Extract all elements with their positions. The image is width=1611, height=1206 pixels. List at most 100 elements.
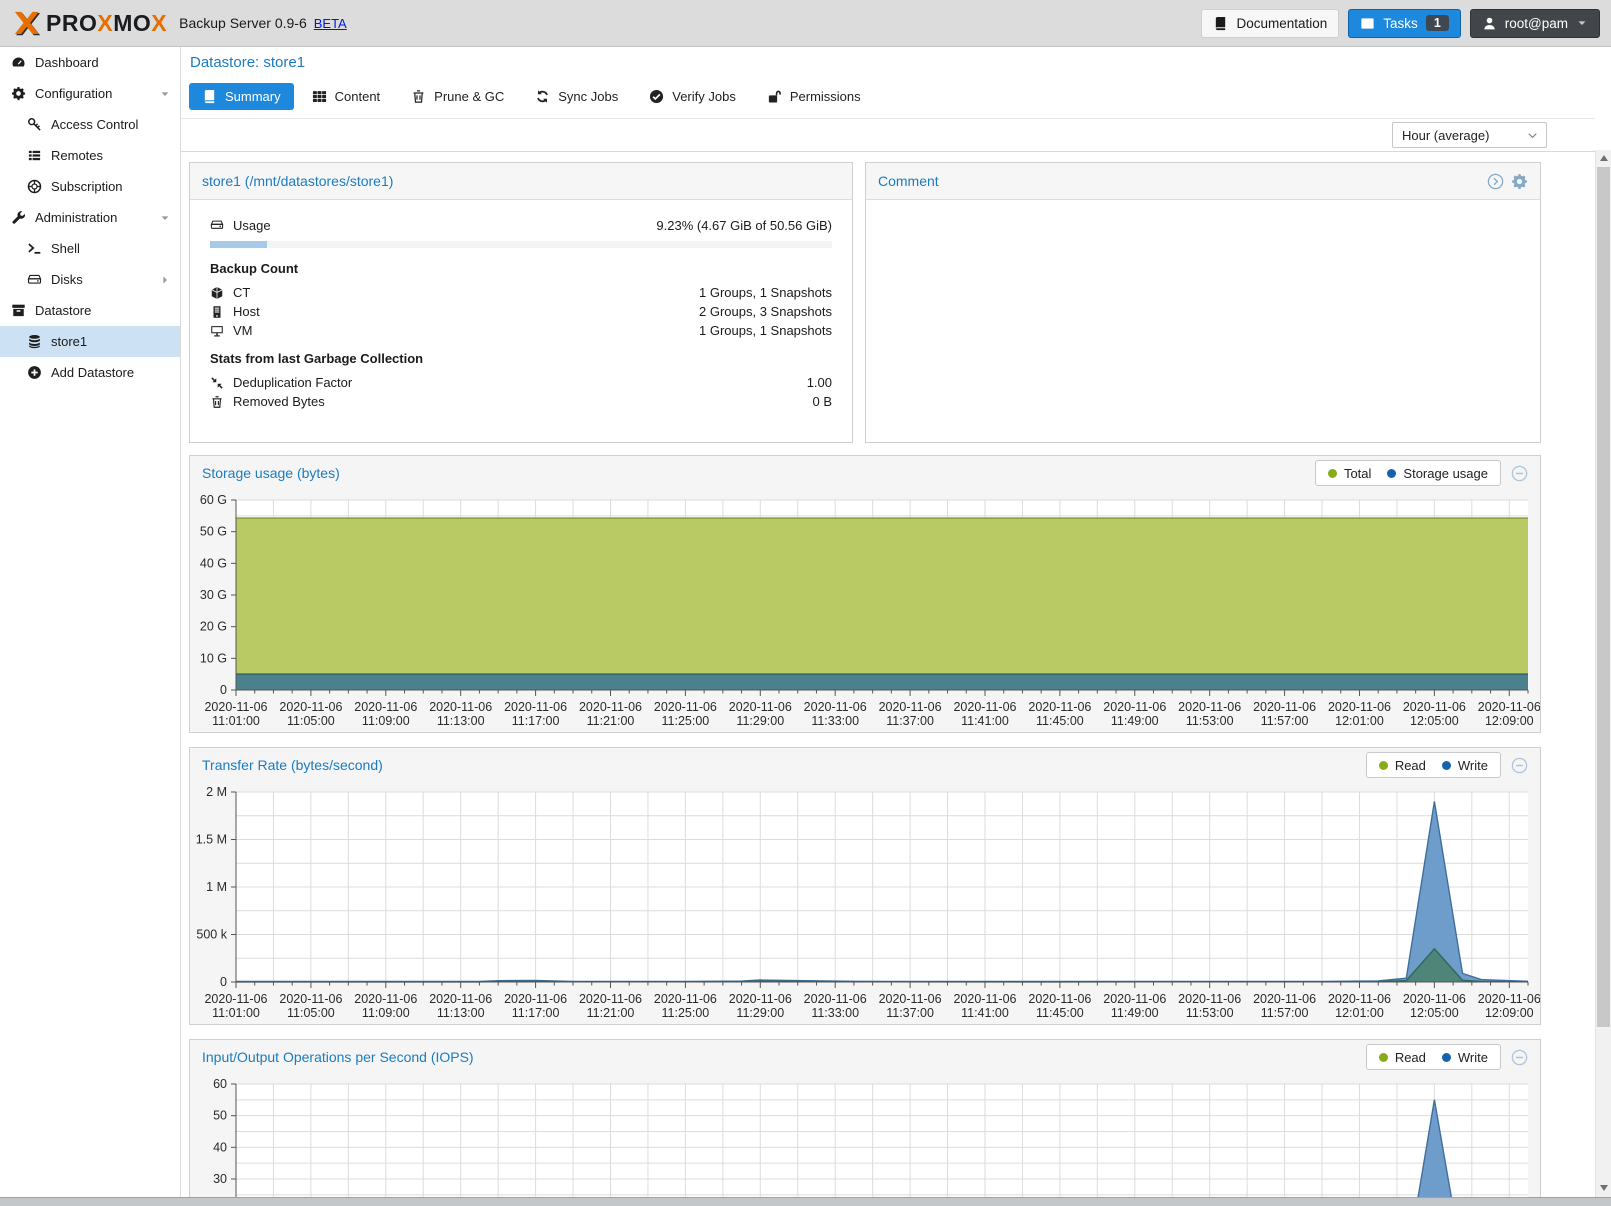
collapse-chart-icon[interactable]: [1511, 1049, 1528, 1066]
sidebar-item-datastore[interactable]: Datastore: [0, 295, 180, 326]
vertical-scrollbar[interactable]: [1595, 150, 1611, 1206]
sidebar-item-shell[interactable]: Shell: [0, 233, 180, 264]
scroll-down-arrow-icon[interactable]: [1596, 1180, 1611, 1196]
sidebar-item-access-control[interactable]: Access Control: [0, 109, 180, 140]
username-label: root@pam: [1505, 16, 1568, 31]
collapse-chart-icon[interactable]: [1511, 465, 1528, 482]
sidebar-item-subscription[interactable]: Subscription: [0, 171, 180, 202]
svg-text:12:01:00: 12:01:00: [1335, 1006, 1384, 1020]
tab-label: Sync Jobs: [558, 89, 618, 104]
legend-label: Total: [1344, 466, 1371, 481]
sidebar-item-label: Datastore: [35, 303, 91, 318]
tab-verify-jobs[interactable]: Verify Jobs: [636, 83, 749, 110]
tab-prune-gc[interactable]: Prune & GC: [398, 83, 517, 110]
hdd-icon: [210, 218, 224, 232]
legend-item-storage-usage[interactable]: Storage usage: [1387, 466, 1488, 481]
svg-text:11:01:00: 11:01:00: [212, 714, 260, 728]
tab-summary[interactable]: Summary: [189, 83, 294, 110]
row-value: 1.00: [807, 375, 832, 390]
svg-text:2020-11-06: 2020-11-06: [729, 700, 792, 714]
storage-usage-chart: 010 G20 G30 G40 G50 G60 G2020-11-0611:01…: [190, 490, 1540, 733]
app-header: PROXMOX Backup Server 0.9-6 BETA Documen…: [0, 0, 1611, 47]
sidebar-item-store1[interactable]: store1: [0, 326, 180, 357]
sidebar-item-administration[interactable]: Administration: [0, 202, 180, 233]
svg-text:2020-11-06: 2020-11-06: [279, 700, 342, 714]
tasks-label: Tasks: [1383, 16, 1418, 31]
user-menu-button[interactable]: root@pam: [1470, 9, 1600, 38]
sidebar-item-label: Shell: [51, 241, 80, 256]
legend-item-total[interactable]: Total: [1328, 466, 1371, 481]
legend-label: Read: [1395, 1050, 1426, 1065]
sidebar-item-label: Access Control: [51, 117, 138, 132]
tab-label: Content: [335, 89, 381, 104]
legend-item-read[interactable]: Read: [1379, 758, 1426, 773]
svg-text:60: 60: [213, 1077, 227, 1091]
svg-text:11:05:00: 11:05:00: [287, 714, 335, 728]
key-icon: [27, 117, 42, 132]
svg-text:11:37:00: 11:37:00: [886, 714, 934, 728]
svg-text:2020-11-06: 2020-11-06: [1478, 992, 1540, 1006]
tab-bar: Summary Content Prune & GC Sync Jobs Verify …: [189, 83, 874, 111]
svg-text:11:49:00: 11:49:00: [1111, 714, 1159, 728]
svg-text:11:09:00: 11:09:00: [362, 714, 410, 728]
gear-icon[interactable]: [1511, 173, 1528, 190]
scroll-up-arrow-icon[interactable]: [1596, 150, 1611, 166]
sidebar-item-label: Disks: [51, 272, 83, 287]
timeframe-select[interactable]: Hour (average): [1392, 122, 1547, 148]
collapse-chart-icon[interactable]: [1511, 757, 1528, 774]
sidebar-item-dashboard[interactable]: Dashboard: [0, 47, 180, 78]
svg-text:11:25:00: 11:25:00: [662, 714, 710, 728]
iops-panel: Input/Output Operations per Second (IOPS…: [189, 1039, 1541, 1206]
backup-row-host: Host 2 Groups, 3 Snapshots: [210, 302, 832, 321]
svg-text:2020-11-06: 2020-11-06: [879, 700, 942, 714]
svg-text:2020-11-06: 2020-11-06: [1178, 992, 1241, 1006]
svg-text:12:05:00: 12:05:00: [1410, 714, 1459, 728]
svg-text:2020-11-06: 2020-11-06: [354, 992, 417, 1006]
documentation-button[interactable]: Documentation: [1201, 9, 1339, 38]
sidebar-item-add-datastore[interactable]: Add Datastore: [0, 357, 180, 388]
svg-text:2020-11-06: 2020-11-06: [354, 700, 417, 714]
sidebar: DashboardConfiguration Access Control Remo…: [0, 47, 181, 1206]
usage-progressbar: [210, 241, 832, 248]
svg-text:12:01:00: 12:01:00: [1335, 714, 1384, 728]
svg-text:2020-11-06: 2020-11-06: [804, 700, 867, 714]
tab-sync-jobs[interactable]: Sync Jobs: [522, 83, 631, 110]
plus-circle-icon: [27, 365, 42, 380]
expand-icon[interactable]: [1487, 173, 1504, 190]
scrollbar-thumb[interactable]: [1597, 167, 1610, 1027]
compress-icon: [210, 376, 224, 390]
beta-link[interactable]: BETA: [314, 16, 347, 31]
tasks-button[interactable]: Tasks 1: [1348, 9, 1460, 38]
svg-text:2020-11-06: 2020-11-06: [504, 700, 567, 714]
row-label: VM: [233, 323, 253, 338]
row-value: 0 B: [812, 394, 832, 409]
svg-text:10 G: 10 G: [200, 651, 227, 665]
svg-text:30 G: 30 G: [200, 588, 227, 602]
iops-chart: 01020304050602020-11-0611:01:002020-11-0…: [190, 1074, 1540, 1206]
svg-text:2020-11-06: 2020-11-06: [1103, 992, 1166, 1006]
gc-row-removed: Removed Bytes 0 B: [210, 392, 832, 411]
legend-item-write[interactable]: Write: [1442, 758, 1488, 773]
list-icon: [27, 148, 42, 163]
chart-title: Transfer Rate (bytes/second): [202, 757, 383, 773]
row-label: CT: [233, 285, 250, 300]
svg-text:2020-11-06: 2020-11-06: [1028, 700, 1091, 714]
svg-text:2020-11-06: 2020-11-06: [579, 700, 642, 714]
svg-text:0: 0: [220, 683, 227, 697]
tab-permissions[interactable]: Permissions: [754, 83, 874, 110]
svg-text:2020-11-06: 2020-11-06: [804, 992, 867, 1006]
svg-text:2020-11-06: 2020-11-06: [579, 992, 642, 1006]
svg-text:2020-11-06: 2020-11-06: [279, 992, 342, 1006]
tasks-count-badge: 1: [1426, 15, 1449, 31]
svg-text:500 k: 500 k: [196, 928, 227, 942]
sidebar-item-disks[interactable]: Disks: [0, 264, 180, 295]
legend-item-read[interactable]: Read: [1379, 1050, 1426, 1065]
user-icon: [1482, 16, 1497, 31]
legend-dot: [1387, 469, 1396, 478]
sidebar-item-configuration[interactable]: Configuration: [0, 78, 180, 109]
tab-content[interactable]: Content: [299, 83, 394, 110]
svg-text:11:29:00: 11:29:00: [736, 714, 784, 728]
legend-item-write[interactable]: Write: [1442, 1050, 1488, 1065]
storage-usage-panel: Storage usage (bytes) TotalStorage usage…: [189, 455, 1541, 733]
sidebar-item-remotes[interactable]: Remotes: [0, 140, 180, 171]
